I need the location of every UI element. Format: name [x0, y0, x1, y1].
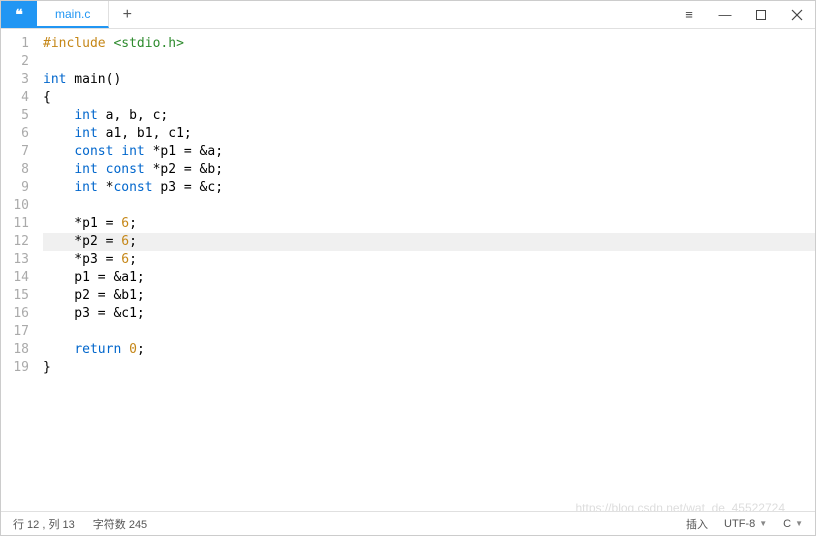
- code-line[interactable]: *p1 = 6;: [43, 215, 815, 233]
- code-line[interactable]: p2 = &b1;: [43, 287, 815, 305]
- titlebar-spacer: [145, 1, 671, 28]
- line-number: 16: [1, 305, 29, 323]
- statusbar-right: 插入 UTF-8▼ C▼: [670, 516, 803, 532]
- line-number-gutter: 12345678910111213141516171819: [1, 29, 37, 511]
- chevron-down-icon: ▼: [795, 519, 803, 528]
- editor: 12345678910111213141516171819 #include <…: [1, 29, 815, 511]
- code-line[interactable]: return 0;: [43, 341, 815, 359]
- code-line[interactable]: p3 = &c1;: [43, 305, 815, 323]
- encoding-label: UTF-8: [724, 518, 755, 530]
- code-line[interactable]: int *const p3 = &c;: [43, 179, 815, 197]
- line-number: 2: [1, 53, 29, 71]
- code-line[interactable]: *p2 = 6;: [43, 233, 815, 251]
- line-number: 14: [1, 269, 29, 287]
- code-line[interactable]: p1 = &a1;: [43, 269, 815, 287]
- line-number: 7: [1, 143, 29, 161]
- code-line[interactable]: #include <stdio.h>: [43, 35, 815, 53]
- code-line[interactable]: const int *p1 = &a;: [43, 143, 815, 161]
- line-number: 4: [1, 89, 29, 107]
- cursor-position: 行 12 , 列 13: [13, 516, 75, 532]
- code-area[interactable]: #include <stdio.h> int main(){ int a, b,…: [37, 29, 815, 511]
- line-number: 9: [1, 179, 29, 197]
- line-number: 11: [1, 215, 29, 233]
- line-number: 13: [1, 251, 29, 269]
- line-number: 5: [1, 107, 29, 125]
- line-number: 12: [1, 233, 29, 251]
- hamburger-menu-icon[interactable]: ≡: [671, 1, 707, 28]
- line-number: 8: [1, 161, 29, 179]
- encoding-selector[interactable]: UTF-8 ▼: [724, 518, 767, 530]
- language-selector[interactable]: C▼: [783, 518, 803, 530]
- line-number: 18: [1, 341, 29, 359]
- maximize-icon: [755, 9, 767, 21]
- code-line[interactable]: *p3 = 6;: [43, 251, 815, 269]
- line-number: 17: [1, 323, 29, 341]
- line-number: 10: [1, 197, 29, 215]
- code-line[interactable]: int a1, b1, c1;: [43, 125, 815, 143]
- insert-mode[interactable]: 插入: [686, 516, 708, 532]
- code-line[interactable]: [43, 323, 815, 341]
- tab-main-c[interactable]: main.c: [37, 1, 109, 28]
- minimize-button[interactable]: —: [707, 1, 743, 28]
- code-line[interactable]: [43, 53, 815, 71]
- line-number: 3: [1, 71, 29, 89]
- close-button[interactable]: [779, 1, 815, 28]
- close-icon: [791, 9, 803, 21]
- statusbar: 行 12 , 列 13 字符数 245 插入 UTF-8▼ C▼: [1, 511, 815, 535]
- maximize-button[interactable]: [743, 1, 779, 28]
- line-number: 19: [1, 359, 29, 377]
- char-count: 字符数 245: [93, 516, 147, 532]
- line-number: 15: [1, 287, 29, 305]
- chevron-down-icon: ▼: [759, 519, 767, 528]
- app-icon[interactable]: ❝: [1, 1, 37, 28]
- code-line[interactable]: {: [43, 89, 815, 107]
- line-number: 1: [1, 35, 29, 53]
- code-line[interactable]: }: [43, 359, 815, 377]
- titlebar: ❝ main.c + ≡ —: [1, 1, 815, 29]
- code-line[interactable]: int a, b, c;: [43, 107, 815, 125]
- code-line[interactable]: int main(): [43, 71, 815, 89]
- new-tab-button[interactable]: +: [109, 1, 145, 28]
- code-line[interactable]: int const *p2 = &b;: [43, 161, 815, 179]
- line-number: 6: [1, 125, 29, 143]
- language-label: C: [783, 518, 791, 530]
- code-line[interactable]: [43, 197, 815, 215]
